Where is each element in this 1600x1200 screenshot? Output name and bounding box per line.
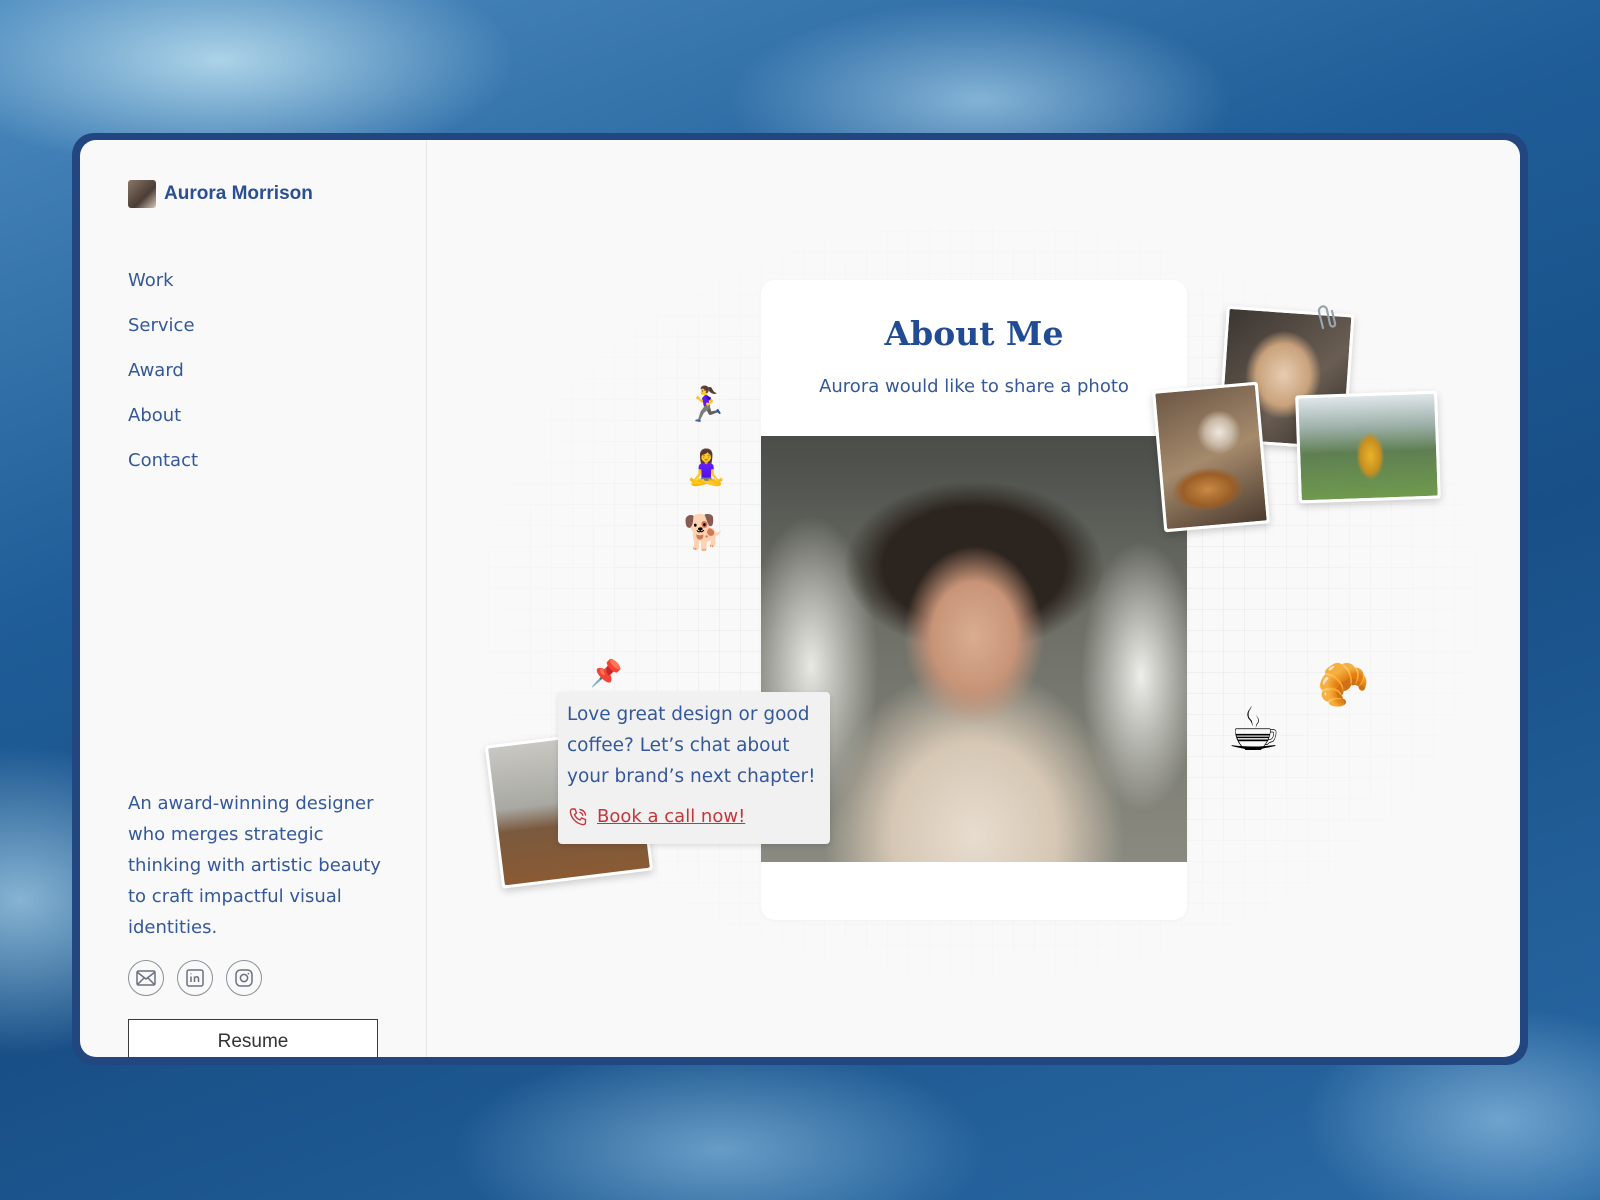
book-call-link[interactable]: Book a call now! — [597, 806, 745, 827]
resume-button[interactable]: Resume — [128, 1019, 378, 1057]
linkedin-button[interactable] — [177, 960, 213, 996]
nav-item-about[interactable]: About — [128, 401, 198, 446]
coffee-emoji: ☕ — [1227, 695, 1281, 765]
pin-emoji: 📌 — [590, 659, 623, 689]
page-subtitle: Aurora would like to share a photo — [819, 376, 1129, 397]
brand-name: Aurora Morrison — [164, 183, 313, 204]
nav-item-contact[interactable]: Contact — [128, 446, 198, 491]
instagram-button[interactable] — [226, 960, 262, 996]
paperclip-icon — [1317, 305, 1337, 330]
browser-screen: Aurora Morrison Work Service Award About… — [80, 140, 1520, 1057]
mail-icon — [136, 970, 156, 986]
nav-item-service[interactable]: Service — [128, 311, 198, 356]
brand[interactable]: Aurora Morrison — [128, 180, 313, 208]
note-text: Love great design or good coffee? Let’s … — [567, 704, 816, 787]
coffee-croissant-photo — [1152, 381, 1270, 533]
sidebar: Aurora Morrison Work Service Award About… — [80, 140, 427, 1057]
dog-emoji: 🐕 — [683, 513, 726, 553]
linkedin-icon — [186, 969, 204, 987]
avatar — [128, 180, 156, 208]
croissant-emoji: 🥐 — [1317, 660, 1370, 709]
nav-item-award[interactable]: Award — [128, 356, 198, 401]
main-content: 🏃‍♀️ 🧘‍♀️ 🐕 About Me Aurora would like t… — [427, 140, 1520, 1057]
book-call-row[interactable]: Book a call now! — [568, 806, 745, 827]
nav-item-work[interactable]: Work — [128, 266, 198, 311]
device-frame: Aurora Morrison Work Service Award About… — [72, 133, 1528, 1065]
contact-note: Love great design or good coffee? Let’s … — [558, 692, 830, 844]
email-button[interactable] — [128, 960, 164, 996]
main-nav: Work Service Award About Contact — [128, 266, 198, 491]
social-links — [128, 960, 275, 996]
runner-emoji: 🏃‍♀️ — [685, 385, 728, 425]
hiking-photo — [1295, 390, 1441, 504]
bio-text: An award-winning designer who merges str… — [128, 793, 381, 938]
instagram-icon — [235, 969, 253, 987]
yoga-emoji: 🧘‍♀️ — [685, 448, 728, 488]
phone-icon — [569, 807, 587, 825]
page-title: About Me — [884, 314, 1064, 353]
